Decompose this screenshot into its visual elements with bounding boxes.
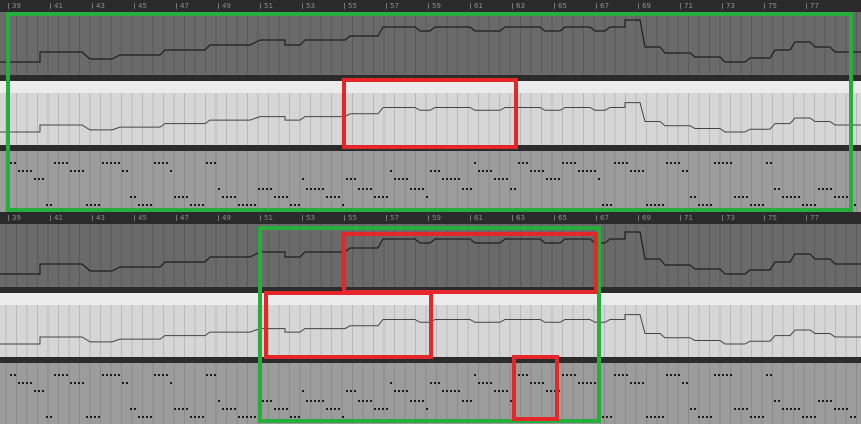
bar-number-53: 53 [302,212,315,224]
bar-number-71: 71 [680,0,693,12]
bar-number-67: 67 [596,0,609,12]
bar-number-59: 59 [428,0,441,12]
bar-number-73: 73 [722,0,735,12]
light-lane [0,93,861,145]
bar-number-61: 61 [470,212,483,224]
dark-lane [0,224,861,287]
bar-number-47: 47 [176,212,189,224]
bar-number-73: 73 [722,212,735,224]
bar-number-57: 57 [386,0,399,12]
bar-number-55: 55 [344,212,357,224]
bar-number-69: 69 [638,212,651,224]
bar-number-39: 39 [8,212,21,224]
top-editor-panel: 39 41 43 45 47 49 51 53 55 57 59 61 63 65 67 69 71 73 75 77 [0,0,861,212]
lane-header [0,81,861,93]
bar-number-59: 59 [428,212,441,224]
bar-number-51: 51 [260,0,273,12]
bar-number-41: 41 [50,0,63,12]
bar-number-77: 77 [806,212,819,224]
bar-number-65: 65 [554,212,567,224]
lane-header [0,293,861,305]
bar-number-47: 47 [176,0,189,12]
bar-number-75: 75 [764,0,777,12]
bar-number-71: 71 [680,212,693,224]
bar-number-45: 45 [134,0,147,12]
bar-number-65: 65 [554,0,567,12]
bottom-editor-panel: 39 41 43 45 47 49 51 53 55 57 59 61 63 65 67 69 71 73 75 77 [0,212,861,424]
bar-number-49: 49 [218,0,231,12]
lanes-container [0,224,861,424]
bar-number-75: 75 [764,212,777,224]
bar-number-49: 49 [218,212,231,224]
bar-number-61: 61 [470,0,483,12]
bar-number-63: 63 [512,0,525,12]
bar-number-41: 41 [50,212,63,224]
bar-number-57: 57 [386,212,399,224]
dotted-lane [0,151,861,212]
bar-number-77: 77 [806,0,819,12]
bar-number-63: 63 [512,212,525,224]
bar-number-51: 51 [260,212,273,224]
bar-number-69: 69 [638,0,651,12]
automation-lanes[interactable] [0,12,861,212]
automation-lanes[interactable] [0,224,861,424]
light-lane [0,305,861,357]
bar-number-43: 43 [92,0,105,12]
bar-number-43: 43 [92,212,105,224]
bar-number-67: 67 [596,212,609,224]
bar-number-39: 39 [8,0,21,12]
bar-number-53: 53 [302,0,315,12]
lanes-container [0,12,861,212]
bar-number-45: 45 [134,212,147,224]
dark-lane [0,12,861,75]
bar-number-55: 55 [344,0,357,12]
dotted-lane [0,363,861,424]
